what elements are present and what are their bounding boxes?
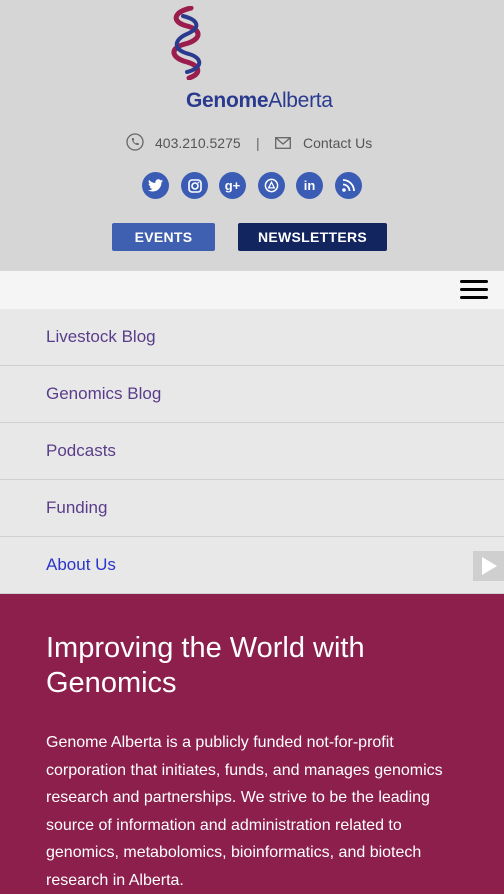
brand-name: GenomeAlberta — [186, 89, 333, 113]
nav-item-genomics-blog[interactable]: Genomics Blog — [0, 366, 504, 423]
hero-title: Improving the World with Genomics — [46, 632, 365, 699]
genome-alberta-logo[interactable]: GenomeAlberta — [0, 0, 504, 120]
hero-description: Genome Alberta is a publicly funded not-… — [46, 734, 443, 889]
envelope-icon — [275, 137, 291, 149]
menu-bar — [0, 271, 504, 309]
events-button[interactable]: EVENTS — [112, 223, 215, 251]
nav-item-label: Genomics Blog — [46, 384, 162, 403]
brand-name-regular: Alberta — [268, 89, 333, 112]
nav-item-podcasts[interactable]: Podcasts — [0, 423, 504, 480]
nav-item-about-us[interactable]: About Us — [0, 537, 504, 594]
twitter-icon[interactable] — [142, 172, 169, 199]
nav-item-label: Livestock Blog — [46, 327, 156, 346]
nav-item-label: About Us — [46, 555, 116, 574]
google-plus-icon[interactable]: g+ — [219, 172, 246, 199]
social-links: g+ in — [0, 172, 504, 200]
hero-section: Improving the World with Genomics Genome… — [0, 594, 504, 894]
hamburger-menu-icon[interactable] — [460, 280, 488, 300]
newsletters-button[interactable]: NEWSLETTERS — [238, 223, 387, 251]
phone-icon — [126, 133, 144, 151]
dna-helix-icon — [171, 6, 202, 80]
phone-number-link[interactable]: 403.210.5275 — [155, 135, 241, 151]
nav-item-label: Funding — [46, 498, 108, 517]
linkedin-icon[interactable]: in — [296, 172, 323, 199]
brand-name-bold: Genome — [186, 89, 269, 112]
main-navigation: Livestock Blog Genomics Blog Podcasts Fu… — [0, 309, 504, 594]
play-icon[interactable] — [473, 551, 504, 581]
instagram-icon[interactable] — [181, 172, 208, 199]
contact-separator: | — [256, 135, 260, 151]
nav-item-label: Podcasts — [46, 441, 116, 460]
nav-item-funding[interactable]: Funding — [0, 480, 504, 537]
contact-us-link[interactable]: Contact Us — [303, 135, 372, 151]
rss-icon[interactable] — [335, 172, 362, 199]
flickr-icon[interactable] — [258, 172, 285, 199]
contact-row: 403.210.5275 | Contact Us — [0, 132, 504, 154]
nav-item-livestock-blog[interactable]: Livestock Blog — [0, 309, 504, 366]
site-header: GenomeAlberta 403.210.5275 | Contact Us … — [0, 0, 504, 271]
